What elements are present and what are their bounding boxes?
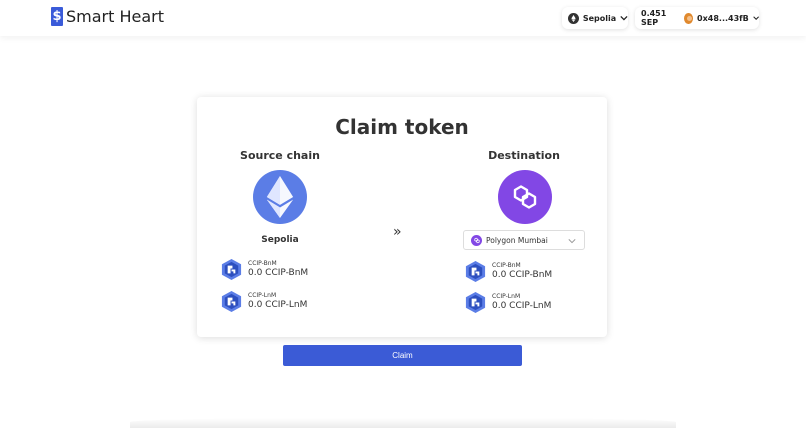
chevron-down-icon [753, 16, 759, 20]
token-row: CCIP-BnM 0.0 CCIP-BnM [464, 260, 552, 283]
account-avatar-icon [684, 12, 694, 24]
token-amount: 0.0 CCIP-LnM [248, 300, 308, 310]
account-button[interactable]: 0.451 SEP 0x48...43fB [635, 7, 759, 29]
token-row: CCIP-BnM 0.0 CCIP-BnM [220, 258, 308, 281]
double-chevron-right-icon: » [393, 224, 402, 240]
card-title: Claim token [335, 115, 469, 139]
app-name: Smart Heart [66, 7, 165, 26]
token-amount: 0.0 CCIP-LnM [492, 301, 552, 311]
app-logo[interactable]: $ Smart Heart [51, 7, 164, 26]
dollar-logo-icon: $ [51, 7, 63, 26]
token-amount: 0.0 CCIP-BnM [248, 268, 309, 278]
network-name: Sepolia [582, 13, 617, 23]
top-header: $ Smart Heart Sepolia 0.451 SEP 0x48...4… [0, 0, 806, 36]
token-amount: 0.0 CCIP-BnM [492, 270, 553, 280]
ccip-token-icon [465, 260, 486, 283]
ethereum-network-icon [568, 12, 579, 24]
token-row: CCIP-LnM 0.0 CCIP-LnM [464, 291, 551, 314]
destination-chain-select[interactable]: Polygon Mumbai [463, 230, 585, 250]
destination-heading: Destination [488, 149, 560, 162]
source-chain-name: Sepolia [261, 235, 299, 245]
polygon-icon [498, 170, 552, 224]
balance-text: 0.451 SEP [641, 9, 667, 27]
chevron-down-icon [568, 239, 576, 244]
token-row: CCIP-LnM 0.0 CCIP-LnM [220, 290, 307, 313]
destination-chain-value: Polygon Mumbai [486, 235, 548, 245]
claim-card: Claim token Source chain Destination Sep… [197, 97, 607, 337]
ethereum-icon [253, 170, 307, 224]
chevron-down-icon [620, 15, 628, 21]
token-name: CCIP-LnM [248, 292, 277, 299]
network-selector-button[interactable]: Sepolia [562, 7, 628, 29]
claim-button[interactable]: Claim [283, 345, 522, 366]
bottom-shadow-decoration [130, 418, 676, 428]
ccip-token-icon [221, 290, 242, 313]
token-name: CCIP-BnM [248, 260, 277, 267]
ccip-token-icon [465, 291, 486, 314]
ccip-token-icon [221, 258, 242, 281]
token-name: CCIP-BnM [492, 262, 521, 269]
polygon-small-icon [471, 234, 482, 246]
account-address: 0x48...43fB [697, 13, 749, 23]
token-name: CCIP-LnM [492, 293, 521, 300]
source-chain-heading: Source chain [240, 149, 320, 162]
